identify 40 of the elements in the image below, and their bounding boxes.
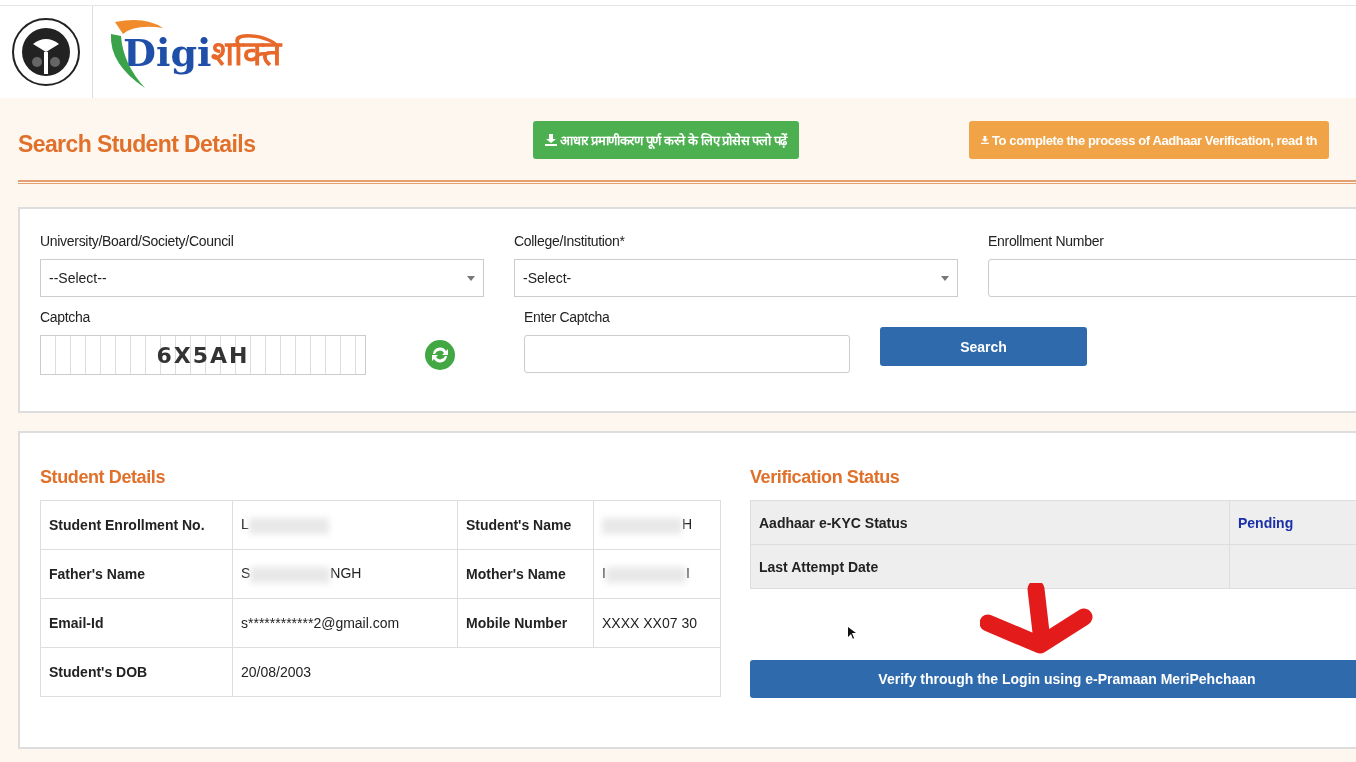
table-cell: s************2@gmail.com: [232, 598, 458, 648]
search-button[interactable]: Search: [880, 327, 1087, 366]
captcha-image: 6X5AH: [40, 335, 366, 375]
table-cell: Mother's Name: [457, 549, 594, 599]
table-cell: Email-Id: [40, 598, 233, 648]
table-cell: H: [593, 500, 721, 550]
refresh-icon[interactable]: [424, 339, 456, 371]
caret-icon: [941, 275, 949, 281]
table-cell: L: [232, 500, 458, 550]
mouse-cursor-icon: [848, 627, 856, 639]
digishakti-logo: Digiशक्ति: [105, 12, 282, 92]
table-cell: Student Enrollment No.: [40, 500, 233, 550]
captcha-label: Captcha: [40, 309, 92, 325]
table-cell: XXXX XX07 30: [593, 598, 721, 648]
process-flow-button[interactable]: आधार प्रमाणीकरण पूर्ण करने के लिए प्रोसेस फ्लो पढ़ें: [533, 121, 800, 159]
table-cell: I I: [593, 549, 721, 599]
table-cell: Aadhaar e-KYC Status: [750, 500, 1230, 545]
enrollment-input[interactable]: [988, 259, 1356, 297]
download-icon: [981, 134, 990, 146]
table-cell: Pending: [1229, 500, 1356, 545]
field-label: Enrollment Number: [988, 233, 1105, 249]
captcha-input[interactable]: [524, 335, 850, 373]
caret-icon: [467, 275, 475, 281]
field-label: Enter Captcha: [524, 309, 611, 325]
table-cell: 20/08/2003: [232, 647, 721, 697]
page-title: Search Student Details: [18, 130, 257, 158]
select-dropdown[interactable]: -Select-: [514, 259, 958, 297]
table-cell: Student's Name: [457, 500, 594, 550]
verify-button[interactable]: Verify through the Login using e-Pramaan MeriPehchaan: [750, 660, 1356, 698]
section-title: Verification Status: [750, 467, 901, 488]
table-cell: Mobile Number: [457, 598, 594, 648]
field-label: College/Institution*: [514, 233, 626, 249]
table-cell: Father's Name: [40, 549, 233, 599]
table-cell: Last Attempt Date: [750, 544, 1230, 589]
download-icon: [545, 134, 557, 146]
field-label: University/Board/Society/Council: [40, 233, 235, 249]
table-cell: S NGH: [232, 549, 458, 599]
table-cell: Student's DOB: [40, 647, 233, 697]
section-title: Student Details: [40, 467, 167, 488]
select-dropdown[interactable]: --Select--: [40, 259, 484, 297]
